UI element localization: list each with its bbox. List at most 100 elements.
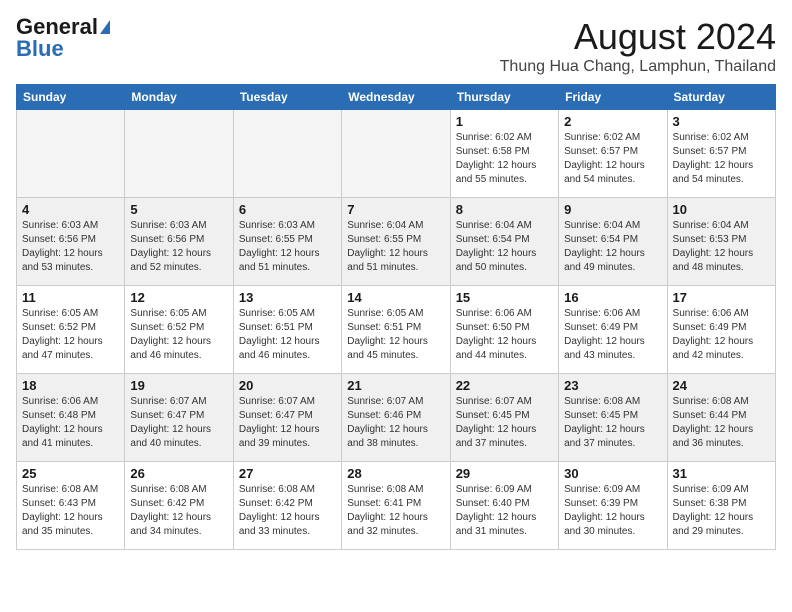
calendar-cell: 14 Sunrise: 6:05 AMSunset: 6:51 PMDayligh… [342, 286, 450, 374]
day-info: Sunrise: 6:05 AMSunset: 6:52 PMDaylight:… [22, 307, 119, 363]
day-info: Sunrise: 6:07 AMSunset: 6:47 PMDaylight:… [130, 395, 227, 451]
day-info: Sunrise: 6:06 AMSunset: 6:48 PMDaylight:… [22, 395, 119, 451]
calendar-cell: 2 Sunrise: 6:02 AMSunset: 6:57 PMDaylight… [559, 110, 667, 198]
calendar-cell: 27 Sunrise: 6:08 AMSunset: 6:42 PMDayligh… [233, 462, 341, 550]
day-info: Sunrise: 6:03 AMSunset: 6:56 PMDaylight:… [22, 219, 119, 275]
day-info: Sunrise: 6:09 AMSunset: 6:39 PMDaylight:… [564, 483, 661, 539]
day-number: 16 [564, 290, 661, 305]
day-number: 2 [564, 114, 661, 129]
day-number: 23 [564, 378, 661, 393]
day-info: Sunrise: 6:08 AMSunset: 6:42 PMDaylight:… [130, 483, 227, 539]
day-info: Sunrise: 6:04 AMSunset: 6:53 PMDaylight:… [673, 219, 770, 275]
calendar-cell: 5 Sunrise: 6:03 AMSunset: 6:56 PMDaylight… [125, 198, 233, 286]
day-info: Sunrise: 6:03 AMSunset: 6:55 PMDaylight:… [239, 219, 336, 275]
day-number: 25 [22, 466, 119, 481]
calendar-cell: 23 Sunrise: 6:08 AMSunset: 6:45 PMDayligh… [559, 374, 667, 462]
day-info: Sunrise: 6:03 AMSunset: 6:56 PMDaylight:… [130, 219, 227, 275]
day-info: Sunrise: 6:08 AMSunset: 6:44 PMDaylight:… [673, 395, 770, 451]
location-text: Thung Hua Chang, Lamphun, Thailand [500, 58, 776, 76]
day-info: Sunrise: 6:09 AMSunset: 6:38 PMDaylight:… [673, 483, 770, 539]
day-info: Sunrise: 6:06 AMSunset: 6:49 PMDaylight:… [564, 307, 661, 363]
calendar-week-row: 4 Sunrise: 6:03 AMSunset: 6:56 PMDaylight… [17, 198, 776, 286]
day-number: 15 [456, 290, 553, 305]
calendar-cell: 11 Sunrise: 6:05 AMSunset: 6:52 PMDayligh… [17, 286, 125, 374]
calendar-cell: 22 Sunrise: 6:07 AMSunset: 6:45 PMDayligh… [450, 374, 558, 462]
day-number: 11 [22, 290, 119, 305]
calendar-cell: 9Sunrise: 6:04 AMSunset: 6:54 PMDaylight… [559, 198, 667, 286]
col-header-wednesday: Wednesday [342, 85, 450, 110]
calendar-cell: 18Sunrise: 6:06 AMSunset: 6:48 PMDayligh… [17, 374, 125, 462]
day-number: 31 [673, 466, 770, 481]
calendar-cell: 4 Sunrise: 6:03 AMSunset: 6:56 PMDaylight… [17, 198, 125, 286]
calendar-cell: 26 Sunrise: 6:08 AMSunset: 6:42 PMDayligh… [125, 462, 233, 550]
day-number: 1 [456, 114, 553, 129]
page-header: General Blue August 2024 Thung Hua Chang… [16, 16, 776, 76]
title-block: August 2024 Thung Hua Chang, Lamphun, Th… [500, 16, 776, 76]
calendar-cell: 13 Sunrise: 6:05 AMSunset: 6:51 PMDayligh… [233, 286, 341, 374]
day-info: Sunrise: 6:05 AMSunset: 6:51 PMDaylight:… [347, 307, 444, 363]
day-info: Sunrise: 6:08 AMSunset: 6:45 PMDaylight:… [564, 395, 661, 451]
day-info: Sunrise: 6:08 AMSunset: 6:41 PMDaylight:… [347, 483, 444, 539]
calendar-week-row: 1Sunrise: 6:02 AMSunset: 6:58 PMDaylight… [17, 110, 776, 198]
calendar-cell: 8Sunrise: 6:04 AMSunset: 6:54 PMDaylight… [450, 198, 558, 286]
day-number: 22 [456, 378, 553, 393]
day-number: 10 [673, 202, 770, 217]
calendar-cell: 28 Sunrise: 6:08 AMSunset: 6:41 PMDayligh… [342, 462, 450, 550]
day-number: 30 [564, 466, 661, 481]
calendar-cell [125, 110, 233, 198]
calendar-cell: 3 Sunrise: 6:02 AMSunset: 6:57 PMDaylight… [667, 110, 775, 198]
calendar-cell: 6 Sunrise: 6:03 AMSunset: 6:55 PMDaylight… [233, 198, 341, 286]
logo-general-text: General [16, 16, 98, 38]
calendar-cell [342, 110, 450, 198]
day-number: 29 [456, 466, 553, 481]
logo-triangle-icon [100, 20, 110, 34]
day-number: 17 [673, 290, 770, 305]
day-number: 3 [673, 114, 770, 129]
day-number: 13 [239, 290, 336, 305]
day-number: 20 [239, 378, 336, 393]
col-header-thursday: Thursday [450, 85, 558, 110]
day-number: 14 [347, 290, 444, 305]
calendar-cell: 16 Sunrise: 6:06 AMSunset: 6:49 PMDayligh… [559, 286, 667, 374]
calendar-cell [233, 110, 341, 198]
day-info: Sunrise: 6:02 AMSunset: 6:57 PMDaylight:… [564, 131, 661, 187]
col-header-friday: Friday [559, 85, 667, 110]
col-header-saturday: Saturday [667, 85, 775, 110]
calendar-cell: 10 Sunrise: 6:04 AMSunset: 6:53 PMDayligh… [667, 198, 775, 286]
day-info: Sunrise: 6:05 AMSunset: 6:52 PMDaylight:… [130, 307, 227, 363]
day-info: Sunrise: 6:06 AMSunset: 6:50 PMDaylight:… [456, 307, 553, 363]
day-info: Sunrise: 6:02 AMSunset: 6:57 PMDaylight:… [673, 131, 770, 187]
calendar-week-row: 11 Sunrise: 6:05 AMSunset: 6:52 PMDayligh… [17, 286, 776, 374]
calendar-cell: 31 Sunrise: 6:09 AMSunset: 6:38 PMDayligh… [667, 462, 775, 550]
calendar-cell: 17Sunrise: 6:06 AMSunset: 6:49 PMDayligh… [667, 286, 775, 374]
calendar-cell: 1Sunrise: 6:02 AMSunset: 6:58 PMDaylight… [450, 110, 558, 198]
day-number: 4 [22, 202, 119, 217]
day-number: 21 [347, 378, 444, 393]
day-info: Sunrise: 6:07 AMSunset: 6:46 PMDaylight:… [347, 395, 444, 451]
day-number: 5 [130, 202, 227, 217]
day-number: 28 [347, 466, 444, 481]
calendar-cell: 20Sunrise: 6:07 AMSunset: 6:47 PMDayligh… [233, 374, 341, 462]
calendar-cell: 7Sunrise: 6:04 AMSunset: 6:55 PMDaylight… [342, 198, 450, 286]
day-info: Sunrise: 6:05 AMSunset: 6:51 PMDaylight:… [239, 307, 336, 363]
calendar-table: SundayMondayTuesdayWednesdayThursdayFrid… [16, 84, 776, 550]
logo-blue-text: Blue [16, 38, 64, 60]
day-info: Sunrise: 6:04 AMSunset: 6:55 PMDaylight:… [347, 219, 444, 275]
day-info: Sunrise: 6:08 AMSunset: 6:43 PMDaylight:… [22, 483, 119, 539]
calendar-cell: 24Sunrise: 6:08 AMSunset: 6:44 PMDayligh… [667, 374, 775, 462]
day-number: 6 [239, 202, 336, 217]
calendar-cell: 15 Sunrise: 6:06 AMSunset: 6:50 PMDayligh… [450, 286, 558, 374]
calendar-cell: 12Sunrise: 6:05 AMSunset: 6:52 PMDayligh… [125, 286, 233, 374]
logo: General Blue [16, 16, 110, 60]
calendar-cell: 19Sunrise: 6:07 AMSunset: 6:47 PMDayligh… [125, 374, 233, 462]
day-number: 27 [239, 466, 336, 481]
day-info: Sunrise: 6:07 AMSunset: 6:45 PMDaylight:… [456, 395, 553, 451]
day-info: Sunrise: 6:08 AMSunset: 6:42 PMDaylight:… [239, 483, 336, 539]
col-header-sunday: Sunday [17, 85, 125, 110]
col-header-monday: Monday [125, 85, 233, 110]
day-number: 26 [130, 466, 227, 481]
calendar-cell: 30 Sunrise: 6:09 AMSunset: 6:39 PMDayligh… [559, 462, 667, 550]
day-info: Sunrise: 6:09 AMSunset: 6:40 PMDaylight:… [456, 483, 553, 539]
calendar-cell: 25 Sunrise: 6:08 AMSunset: 6:43 PMDayligh… [17, 462, 125, 550]
month-year-heading: August 2024 [500, 16, 776, 58]
